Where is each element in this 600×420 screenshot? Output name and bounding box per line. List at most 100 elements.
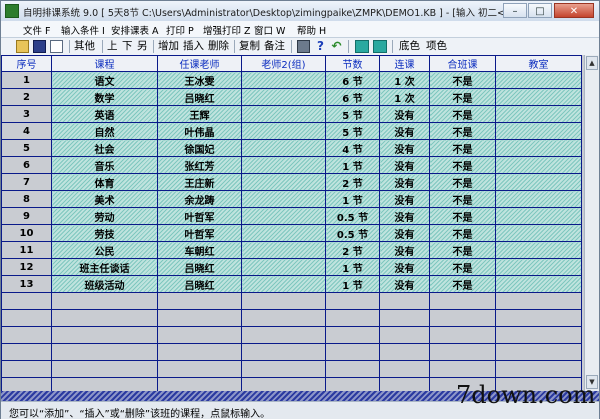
row-no-cell[interactable]: 12: [1, 258, 52, 276]
table-row[interactable]: 13 班级活动 吕晓红 1 节没有 不是: [1, 275, 582, 293]
periods-cell[interactable]: 4 节: [325, 139, 380, 157]
table-row[interactable]: 7 体育 王庄新 2 节没有 不是: [1, 173, 582, 191]
empty-cell[interactable]: [379, 377, 430, 391]
consecutive-cell[interactable]: 没有: [379, 258, 430, 276]
periods-cell[interactable]: 0.5 节: [325, 207, 380, 225]
scroll-up-icon[interactable]: ▲: [586, 56, 598, 70]
table-row[interactable]: 8 美术 余龙踌 1 节没有 不是: [1, 190, 582, 208]
table-row[interactable]: 5 社会 徐国妃 4 节没有 不是: [1, 139, 582, 157]
help-icon[interactable]: ?: [314, 40, 327, 53]
close-button[interactable]: ✕: [554, 3, 594, 18]
empty-cell[interactable]: [379, 343, 430, 361]
row-no-cell[interactable]: 11: [1, 241, 52, 259]
course-cell[interactable]: 班级活动: [51, 275, 158, 293]
classroom-cell[interactable]: [495, 88, 582, 106]
teacher2-cell[interactable]: [241, 190, 326, 208]
empty-cell[interactable]: [157, 326, 242, 344]
empty-cell[interactable]: [241, 343, 326, 361]
item-color-button[interactable]: 项色: [426, 39, 447, 54]
teacher-cell[interactable]: 叶伟晶: [157, 122, 242, 140]
course-cell[interactable]: 数学: [51, 88, 158, 106]
menu-help[interactable]: 帮助 H: [297, 23, 326, 37]
empty-table-row[interactable]: [1, 326, 582, 344]
empty-cell[interactable]: [157, 343, 242, 361]
empty-cell[interactable]: [241, 377, 326, 391]
classroom-cell[interactable]: [495, 258, 582, 276]
save-icon[interactable]: [33, 40, 46, 53]
empty-cell[interactable]: [1, 326, 52, 344]
empty-cell[interactable]: [325, 343, 380, 361]
course-cell[interactable]: 英语: [51, 105, 158, 123]
menu-print[interactable]: 打印 P: [166, 23, 194, 37]
bg-color-swatch-icon[interactable]: [355, 40, 369, 53]
teacher-cell[interactable]: 王冰雯: [157, 71, 242, 89]
delete-button[interactable]: 删除: [208, 39, 229, 54]
empty-cell[interactable]: [429, 343, 496, 361]
course-cell[interactable]: 班主任谈话: [51, 258, 158, 276]
teacher2-cell[interactable]: [241, 224, 326, 242]
teacher2-cell[interactable]: [241, 71, 326, 89]
merged-class-cell[interactable]: 不是: [429, 190, 496, 208]
consecutive-cell[interactable]: 1 次: [379, 88, 430, 106]
periods-cell[interactable]: 6 节: [325, 71, 380, 89]
printer-icon[interactable]: [297, 40, 310, 53]
new-file-icon[interactable]: [50, 40, 63, 53]
row-no-cell[interactable]: 13: [1, 275, 52, 293]
empty-cell[interactable]: [51, 360, 158, 378]
course-cell[interactable]: 美术: [51, 190, 158, 208]
empty-cell[interactable]: [495, 326, 582, 344]
teacher-cell[interactable]: 王辉: [157, 105, 242, 123]
col-header-periods[interactable]: 节数: [325, 55, 380, 72]
row-no-cell[interactable]: 5: [1, 139, 52, 157]
vertical-scrollbar[interactable]: ▲ ▼: [584, 55, 599, 391]
menu-input-conditions[interactable]: 输入条件 I: [61, 23, 105, 37]
merged-class-cell[interactable]: 不是: [429, 71, 496, 89]
col-header-consecutive[interactable]: 连课: [379, 55, 430, 72]
row-no-cell[interactable]: 9: [1, 207, 52, 225]
row-no-cell[interactable]: 2: [1, 88, 52, 106]
empty-cell[interactable]: [51, 377, 158, 391]
empty-cell[interactable]: [1, 292, 52, 310]
row-no-cell[interactable]: 10: [1, 224, 52, 242]
consecutive-cell[interactable]: 没有: [379, 156, 430, 174]
empty-cell[interactable]: [429, 309, 496, 327]
classroom-cell[interactable]: [495, 105, 582, 123]
merged-class-cell[interactable]: 不是: [429, 88, 496, 106]
empty-cell[interactable]: [241, 326, 326, 344]
empty-cell[interactable]: [325, 309, 380, 327]
empty-table-row[interactable]: [1, 360, 582, 378]
empty-cell[interactable]: [1, 343, 52, 361]
undo-icon[interactable]: ↶: [330, 40, 343, 53]
empty-cell[interactable]: [157, 292, 242, 310]
copy-button[interactable]: 复制: [239, 39, 260, 54]
classroom-cell[interactable]: [495, 224, 582, 242]
classroom-cell[interactable]: [495, 173, 582, 191]
teacher-cell[interactable]: 徐国妃: [157, 139, 242, 157]
course-cell[interactable]: 语文: [51, 71, 158, 89]
merged-class-cell[interactable]: 不是: [429, 224, 496, 242]
empty-cell[interactable]: [379, 360, 430, 378]
consecutive-cell[interactable]: 没有: [379, 241, 430, 259]
consecutive-cell[interactable]: 没有: [379, 207, 430, 225]
title-bar[interactable]: 自明排课系统 9.0 [ 5天8节 C:\Users\Administrator…: [1, 1, 599, 22]
teacher-cell[interactable]: 叶哲军: [157, 224, 242, 242]
teacher2-cell[interactable]: [241, 105, 326, 123]
teacher2-cell[interactable]: [241, 207, 326, 225]
row-no-cell[interactable]: 3: [1, 105, 52, 123]
note-button[interactable]: 备注: [264, 39, 285, 54]
table-row[interactable]: 10 劳技 叶哲军 0.5 节没有 不是: [1, 224, 582, 242]
empty-table-row[interactable]: [1, 292, 582, 310]
empty-cell[interactable]: [241, 292, 326, 310]
move-up-button[interactable]: 上: [107, 39, 118, 54]
consecutive-cell[interactable]: 没有: [379, 190, 430, 208]
empty-cell[interactable]: [51, 326, 158, 344]
menu-file[interactable]: 文件 F: [23, 23, 50, 37]
teacher-cell[interactable]: 吕晓红: [157, 275, 242, 293]
row-no-cell[interactable]: 8: [1, 190, 52, 208]
empty-cell[interactable]: [157, 377, 242, 391]
merged-class-cell[interactable]: 不是: [429, 241, 496, 259]
course-cell[interactable]: 劳技: [51, 224, 158, 242]
classroom-cell[interactable]: [495, 275, 582, 293]
classroom-cell[interactable]: [495, 122, 582, 140]
menu-window[interactable]: 窗口 W: [254, 23, 285, 37]
